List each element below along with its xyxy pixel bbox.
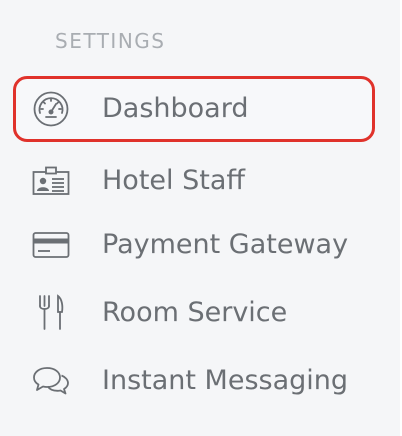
id-card-icon [31, 161, 71, 201]
sidebar-item-label: Dashboard [102, 93, 249, 124]
fork-knife-icon [31, 293, 71, 333]
sidebar-item-label: Payment Gateway [102, 229, 349, 260]
sidebar-item-label: Hotel Staff [102, 165, 245, 196]
dashboard-gauge-icon [31, 89, 71, 129]
sidebar-item-label: Instant Messaging [102, 365, 349, 396]
sidebar-item-label: Room Service [102, 297, 288, 328]
sidebar-item-payment-gateway[interactable]: Payment Gateway [13, 212, 375, 278]
credit-card-icon [31, 225, 71, 265]
chat-bubbles-icon [31, 361, 71, 401]
settings-menu: Dashboard Hotel Staff Payment Gateway Ro… [0, 0, 400, 436]
sidebar-item-dashboard[interactable]: Dashboard [13, 76, 375, 142]
sidebar-item-instant-messaging[interactable]: Instant Messaging [13, 348, 375, 414]
sidebar-item-hotel-staff[interactable]: Hotel Staff [13, 148, 375, 214]
sidebar-item-room-service[interactable]: Room Service [13, 280, 375, 346]
